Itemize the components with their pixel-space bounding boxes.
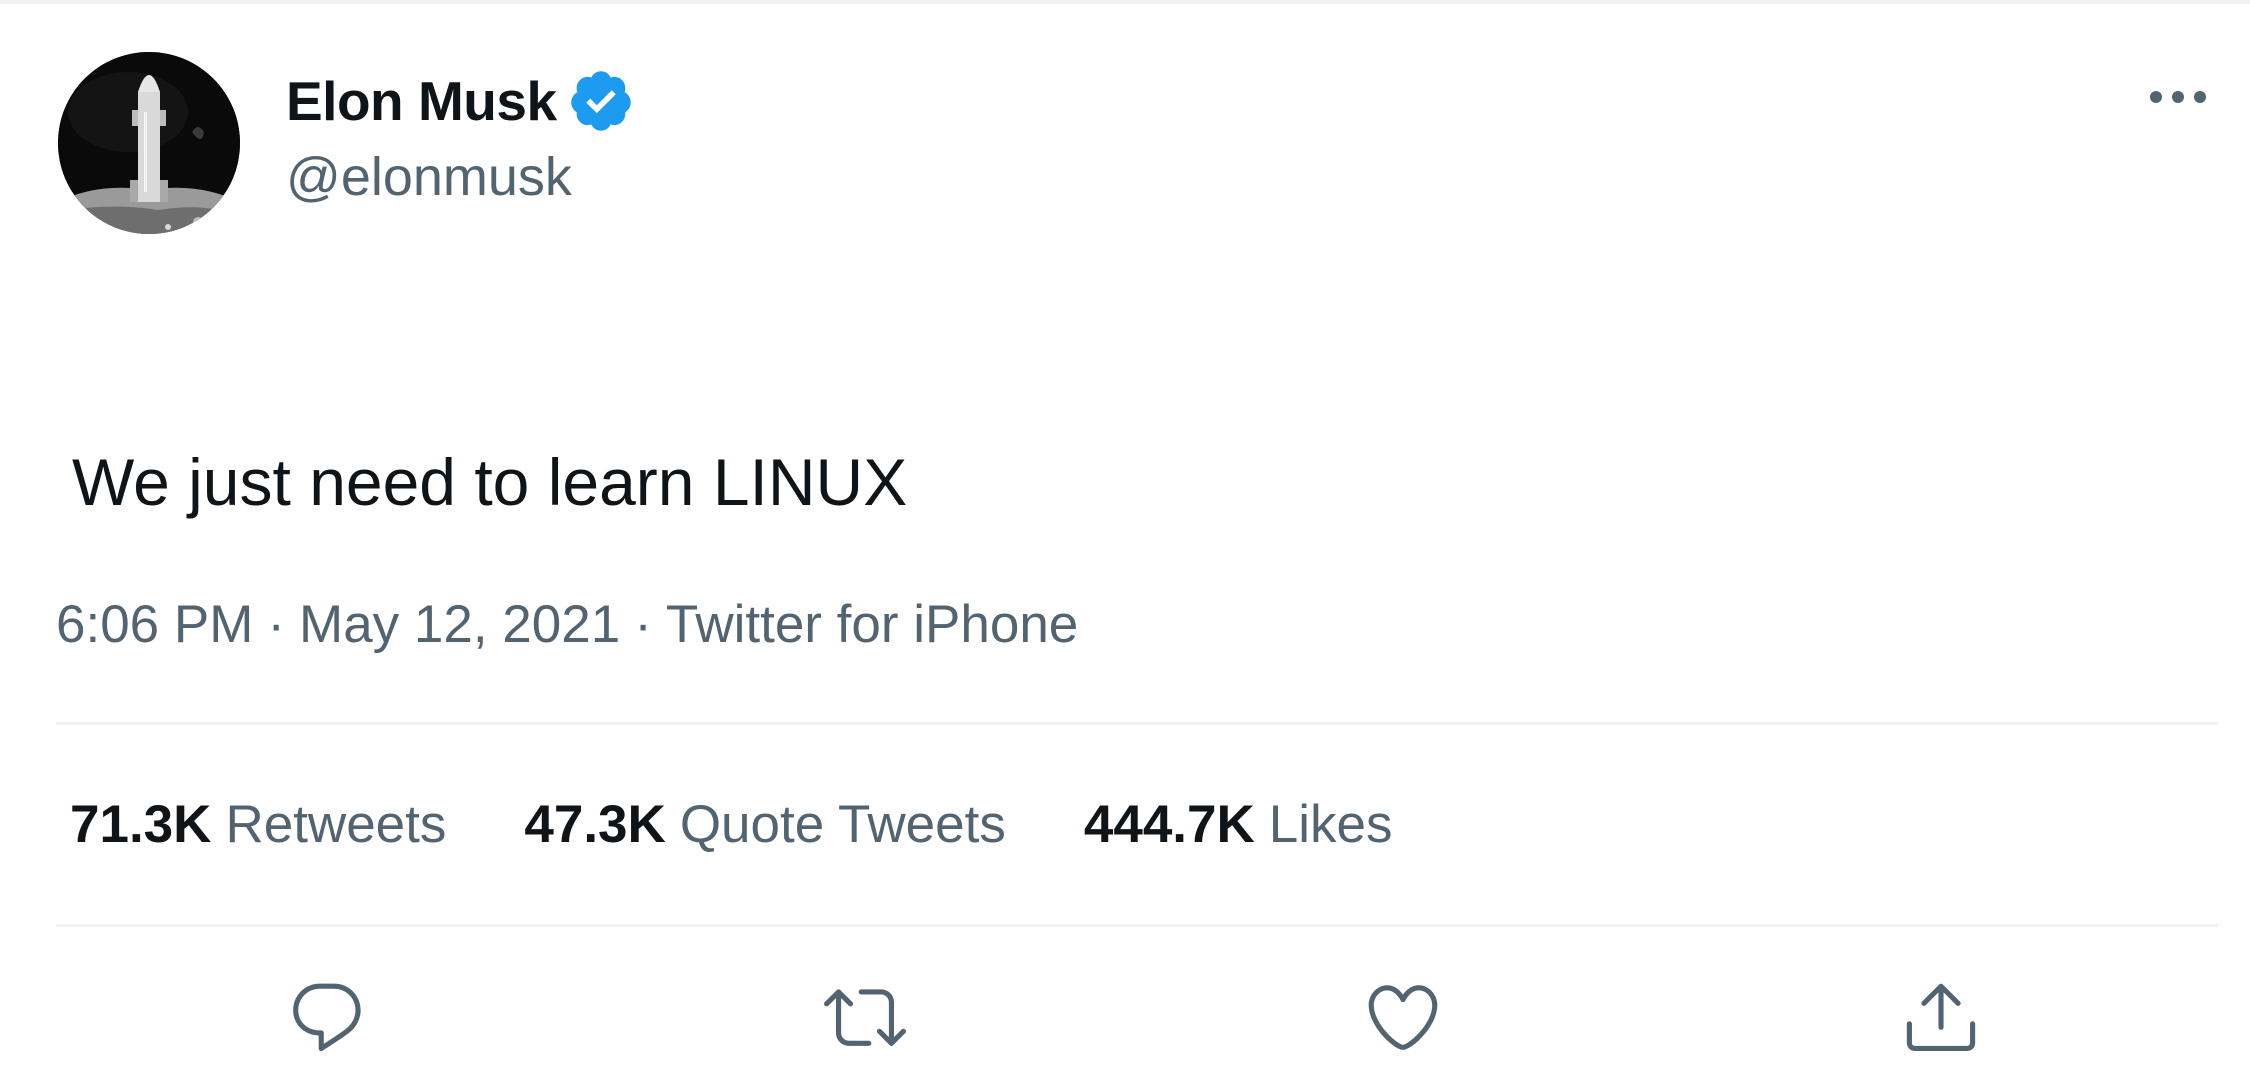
avatar-starship-icon: [58, 52, 240, 234]
tweet-card: Elon Musk @elonmusk We just need to lear…: [0, 0, 2250, 1084]
reply-button[interactable]: [286, 976, 368, 1058]
quote-tweets-label: Quote Tweets: [679, 795, 1006, 854]
divider: [56, 722, 2218, 725]
retweet-icon: [824, 989, 906, 1046]
share-button[interactable]: [1900, 976, 1982, 1058]
display-name[interactable]: Elon Musk: [286, 69, 557, 133]
quote-tweets-stat[interactable]: 47.3K Quote Tweets: [524, 794, 1006, 855]
more-options-icon[interactable]: [2146, 82, 2210, 112]
tweet-date[interactable]: May 12, 2021: [299, 595, 620, 654]
divider: [56, 924, 2218, 927]
tweet-stats: 71.3K Retweets 47.3K Quote Tweets 444.7K Li…: [70, 794, 1471, 855]
author-row: Elon Musk: [286, 66, 635, 136]
author-handle[interactable]: @elonmusk: [286, 146, 572, 208]
top-divider: [0, 0, 2250, 4]
retweets-label: Retweets: [225, 795, 447, 854]
verified-badge-icon: [567, 67, 635, 135]
quote-tweets-count: 47.3K: [524, 795, 666, 854]
like-button[interactable]: [1362, 976, 1444, 1058]
like-icon: [1368, 985, 1438, 1050]
tweet-source[interactable]: Twitter for iPhone: [666, 595, 1078, 654]
tweet-text: We just need to learn LINUX: [72, 445, 908, 519]
retweets-count: 71.3K: [70, 795, 212, 854]
tweet-meta: 6:06 PM · May 12, 2021 · Twitter for iPhone: [56, 594, 1078, 655]
share-icon: [1906, 983, 1976, 1051]
tweet-time[interactable]: 6:06 PM: [56, 595, 253, 654]
meta-separator: ·: [267, 595, 286, 654]
retweets-stat[interactable]: 71.3K Retweets: [70, 794, 446, 855]
likes-label: Likes: [1268, 795, 1393, 854]
avatar[interactable]: [58, 52, 240, 234]
likes-count: 444.7K: [1083, 795, 1255, 854]
reply-icon: [293, 983, 361, 1052]
retweet-button[interactable]: [824, 976, 906, 1058]
likes-stat[interactable]: 444.7K Likes: [1084, 794, 1393, 855]
meta-separator: ·: [634, 595, 652, 654]
